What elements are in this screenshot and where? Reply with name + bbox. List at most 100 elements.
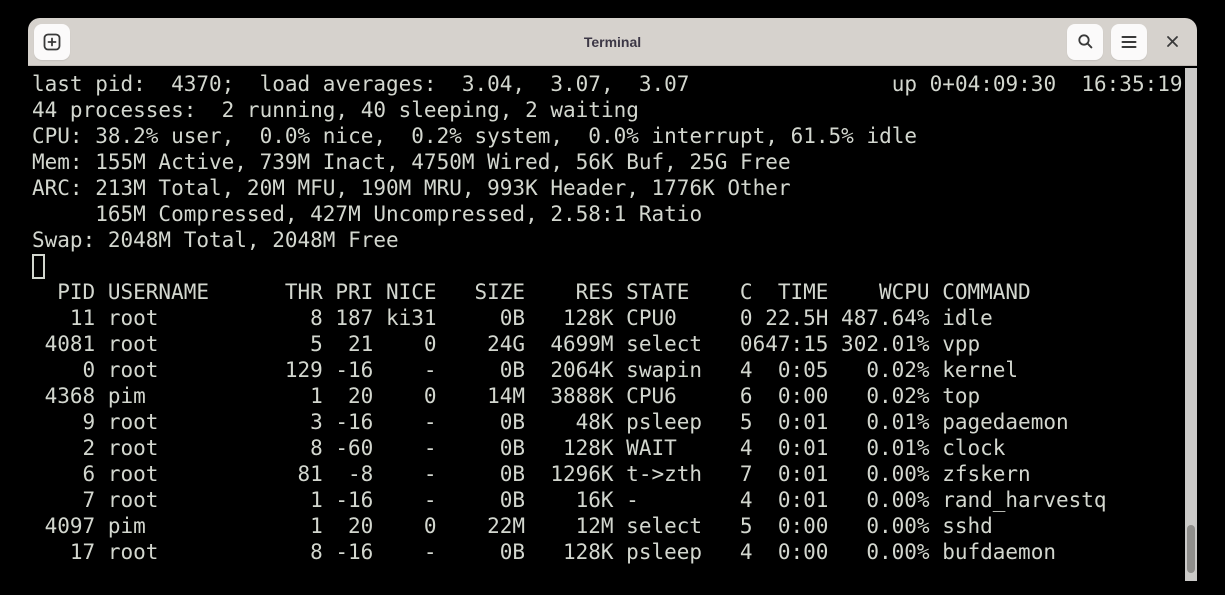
row-cell: 8 [234,305,323,331]
row-cell: 0:00 [753,383,829,409]
row-cell: 11 [32,305,95,331]
row-cell: 48K [525,409,614,435]
row-cell: 302.01% [828,331,929,357]
row-cell: 9 [32,409,95,435]
row-cell: - [373,435,436,461]
header-cell: STATE [626,279,702,305]
row-cell: 6 [702,383,753,409]
row-cell: root [108,539,234,565]
row-cell: 16K [525,487,614,513]
row-cell: root [108,357,234,383]
close-icon [1165,34,1180,49]
header-cell: C [702,279,753,305]
row-cell: 0 [702,305,753,331]
row-cell: 0 [373,331,436,357]
row-cell: ki31 [373,305,436,331]
row-cell: 0 [373,513,436,539]
row-cell: clock [942,435,1005,461]
terminal-line: last pid: 4370; load averages: 3.04, 3.0… [32,71,1197,97]
row-cell: idle [942,305,993,331]
row-cell: 22M [437,513,526,539]
row-cell: root [108,409,234,435]
row-cell: 0B [437,435,526,461]
search-button[interactable] [1067,24,1103,60]
row-cell: 0B [437,487,526,513]
table-row: 4097pim120022M12Mselect50:000.00%sshd [32,513,1197,539]
header-cell: RES [525,279,614,305]
row-cell: 1 [234,383,323,409]
terminal-line: ARC: 213M Total, 20M MFU, 190M MRU, 993K… [32,175,1197,201]
header-cell: COMMAND [942,279,1031,305]
row-cell: root [108,331,234,357]
terminal-line: Mem: 155M Active, 739M Inact, 4750M Wire… [32,149,1197,175]
row-cell: pagedaemon [942,409,1068,435]
row-cell: 8 [234,435,323,461]
close-button[interactable] [1159,29,1185,55]
row-cell: 0:01 [753,461,829,487]
row-cell: 0.00% [828,539,929,565]
row-cell: 4081 [32,331,95,357]
row-cell: 0.02% [828,357,929,383]
row-cell: 4 [702,487,753,513]
row-cell: -16 [323,539,374,565]
row-cell: 0.00% [828,487,929,513]
row-cell: kernel [942,357,1018,383]
row-cell: -60 [323,435,374,461]
row-cell: 128K [525,539,614,565]
table-row: 9root3-16-0B48Kpsleep50:010.01%pagedaemo… [32,409,1197,435]
window-title: Terminal [28,34,1197,50]
terminal-summary: last pid: 4370; load averages: 3.04, 3.0… [32,71,1197,253]
terminal-line: 165M Compressed, 427M Uncompressed, 2.58… [32,201,1197,227]
row-cell: 0.02% [828,383,929,409]
row-cell: -8 [323,461,374,487]
terminal-line: CPU: 38.2% user, 0.0% nice, 0.2% system,… [32,123,1197,149]
table-row: 4368pim120014M3888KCPU660:000.02%top [32,383,1197,409]
row-cell: pim [108,383,234,409]
row-cell: 487.64% [828,305,929,331]
scrollbar-thumb[interactable] [1187,525,1195,573]
row-cell: pim [108,513,234,539]
row-cell: - [373,409,436,435]
row-cell: CPU0 [626,305,702,331]
row-cell: 128K [525,435,614,461]
row-cell: 21 [323,331,374,357]
row-cell: sshd [942,513,993,539]
header-cell: PRI [323,279,374,305]
row-cell: 0:01 [753,435,829,461]
scrollbar-track[interactable] [1185,68,1197,581]
header-cell: USERNAME [108,279,234,305]
row-cell: 0.01% [828,435,929,461]
row-cell: 0B [437,305,526,331]
menu-button[interactable] [1111,24,1147,60]
row-cell: 7 [32,487,95,513]
row-cell: - [626,487,702,513]
row-cell: 22.5H [753,305,829,331]
row-cell: root [108,435,234,461]
row-cell: 0.00% [828,513,929,539]
row-cell: 7 [702,461,753,487]
terminal-screen[interactable]: last pid: 4370; load averages: 3.04, 3.0… [28,67,1197,595]
row-cell: 8 [234,539,323,565]
row-cell: 20 [323,383,374,409]
row-cell: -16 [323,409,374,435]
row-cell: psleep [626,409,702,435]
row-cell: 20 [323,513,374,539]
row-cell: 0:00 [753,539,829,565]
row-cell: 1 [234,513,323,539]
row-cell: 0.00% [828,461,929,487]
row-cell: 2 [32,435,95,461]
table-row: 6root81-8-0B1296Kt->zth70:010.00%zfskern [32,461,1197,487]
menu-icon [1121,35,1137,49]
row-cell: root [108,305,234,331]
new-tab-button[interactable] [34,24,70,60]
titlebar[interactable]: Terminal [28,18,1197,66]
terminal-line: Swap: 2048M Total, 2048M Free [32,227,1197,253]
row-cell: 0:01 [753,487,829,513]
row-cell: 5 [702,513,753,539]
header-cell: PID [32,279,95,305]
row-cell: select [626,513,702,539]
process-table-header: PIDUSERNAMETHRPRINICESIZERESSTATECTIMEWC… [32,279,1197,305]
header-cell: SIZE [437,279,526,305]
row-cell: swapin [626,357,702,383]
table-row: 0root129-16-0B2064Kswapin40:050.02%kerne… [32,357,1197,383]
